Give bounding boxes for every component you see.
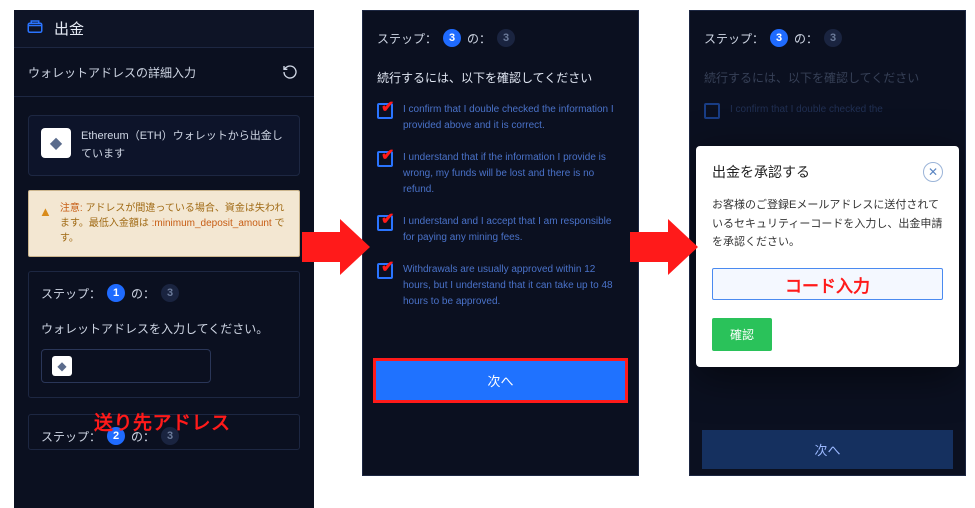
step-2-line: ステップ： 2 の： 3 — [41, 427, 287, 445]
checkbox-icon[interactable]: ✔ — [377, 103, 393, 119]
page-title: 出金 — [54, 18, 84, 39]
step-label: ステップ： — [377, 30, 437, 47]
step-number-badge: 3 — [770, 29, 788, 47]
step-number-badge: 3 — [443, 29, 461, 47]
check-text: Withdrawals are usually approved within … — [403, 262, 624, 310]
step-3-line: ステップ： 3 の： 3 — [377, 29, 624, 47]
wallet-icon — [26, 18, 44, 39]
step-total-badge: 3 — [824, 29, 842, 47]
address-input[interactable]: ◆ — [41, 349, 211, 383]
confirm-check-4[interactable]: ✔ Withdrawals are usually approved withi… — [377, 262, 624, 310]
checkbox-icon[interactable]: ✔ — [377, 215, 393, 231]
step-label: ステップ： — [41, 428, 101, 445]
step-total-badge: 3 — [161, 284, 179, 302]
step-1-line: ステップ： 1 の： 3 — [41, 284, 287, 302]
checkbox-icon: ✔ — [704, 103, 720, 119]
check-text: I understand and I accept that I am resp… — [403, 214, 624, 246]
check-text: I confirm that I double checked the — [730, 102, 883, 118]
step-total-badge: 3 — [497, 29, 515, 47]
confirm-check-1[interactable]: ✔ I confirm that I double checked the in… — [377, 102, 624, 134]
modal-title: 出金を承認する — [712, 162, 810, 182]
refresh-icon[interactable] — [280, 62, 300, 82]
step-of-label: の： — [131, 428, 155, 445]
step-total-badge: 3 — [161, 427, 179, 445]
confirm-check-1: ✔ I confirm that I double checked the — [704, 102, 951, 119]
warning-icon: ▲ — [39, 202, 52, 222]
warning-box: ▲ 注意: アドレスが間違っている場合、資金は失われます。最低入金額は :min… — [28, 190, 300, 257]
confirm-check-2[interactable]: ✔ I understand that if the information I… — [377, 150, 624, 198]
step-number-badge: 1 — [107, 284, 125, 302]
modal-body: お客様のご登録Eメールアドレスに送付されているセキュリティーコードを入力し、出金… — [712, 196, 943, 252]
panel-header: 出金 — [14, 10, 314, 48]
close-icon[interactable]: ✕ — [923, 162, 943, 182]
step-1-block: ステップ： 1 の： 3 ウォレットアドレスを入力してください。 ◆ — [28, 271, 300, 398]
eth-mini-icon: ◆ — [52, 356, 72, 376]
sub-header-text: ウォレットアドレスの詳細入力 — [28, 64, 196, 81]
step-of-label: の： — [794, 30, 818, 47]
modal-header: 出金を承認する ✕ — [712, 162, 943, 182]
eth-wallet-card: ◆ Ethereum（ETH）ウォレットから出金しています — [28, 115, 300, 176]
step-3-line: ステップ： 3 の： 3 — [704, 29, 951, 47]
confirm-button[interactable]: 確認 — [712, 318, 772, 351]
approve-modal: 出金を承認する ✕ お客様のご登録Eメールアドレスに送付されているセキュリティー… — [696, 146, 959, 367]
step-of-label: の： — [467, 30, 491, 47]
step-2-block: ステップ： 2 の： 3 — [28, 414, 300, 450]
check-text: I confirm that I double checked the info… — [403, 102, 624, 134]
withdraw-panel-step3-confirm: ステップ： 3 の： 3 続行するには、以下を確認してください ✔ I conf… — [362, 10, 639, 476]
security-code-input[interactable] — [712, 268, 943, 300]
step-label: ステップ： — [704, 30, 764, 47]
sub-header: ウォレットアドレスの詳細入力 — [14, 48, 314, 97]
step-label: ステップ： — [41, 285, 101, 302]
withdraw-panel-approve: ステップ： 3 の： 3 続行するには、以下を確認してください ✔ I conf… — [689, 10, 966, 476]
confirm-title: 続行するには、以下を確認してください — [377, 69, 624, 86]
next-button-disabled: 次へ — [702, 430, 953, 469]
checkbox-icon[interactable]: ✔ — [377, 151, 393, 167]
step-number-badge: 2 — [107, 427, 125, 445]
step-1-desc: ウォレットアドレスを入力してください。 — [41, 320, 287, 339]
check-text: I understand that if the information I p… — [403, 150, 624, 198]
warning-text: 注意: アドレスが間違っている場合、資金は失われます。最低入金額は :minim… — [60, 201, 289, 246]
confirm-title: 続行するには、以下を確認してください — [704, 69, 951, 86]
eth-card-text: Ethereum（ETH）ウォレットから出金しています — [81, 128, 287, 163]
next-button[interactable]: 次へ — [373, 358, 628, 403]
eth-icon: ◆ — [41, 128, 71, 158]
code-input-wrap: コード入力 — [712, 268, 943, 300]
step-of-label: の： — [131, 285, 155, 302]
confirm-check-3[interactable]: ✔ I understand and I accept that I am re… — [377, 214, 624, 246]
checkbox-icon[interactable]: ✔ — [377, 263, 393, 279]
withdraw-panel-step1: 出金 ウォレットアドレスの詳細入力 ◆ Ethereum（ETH）ウォレットから… — [14, 10, 314, 508]
